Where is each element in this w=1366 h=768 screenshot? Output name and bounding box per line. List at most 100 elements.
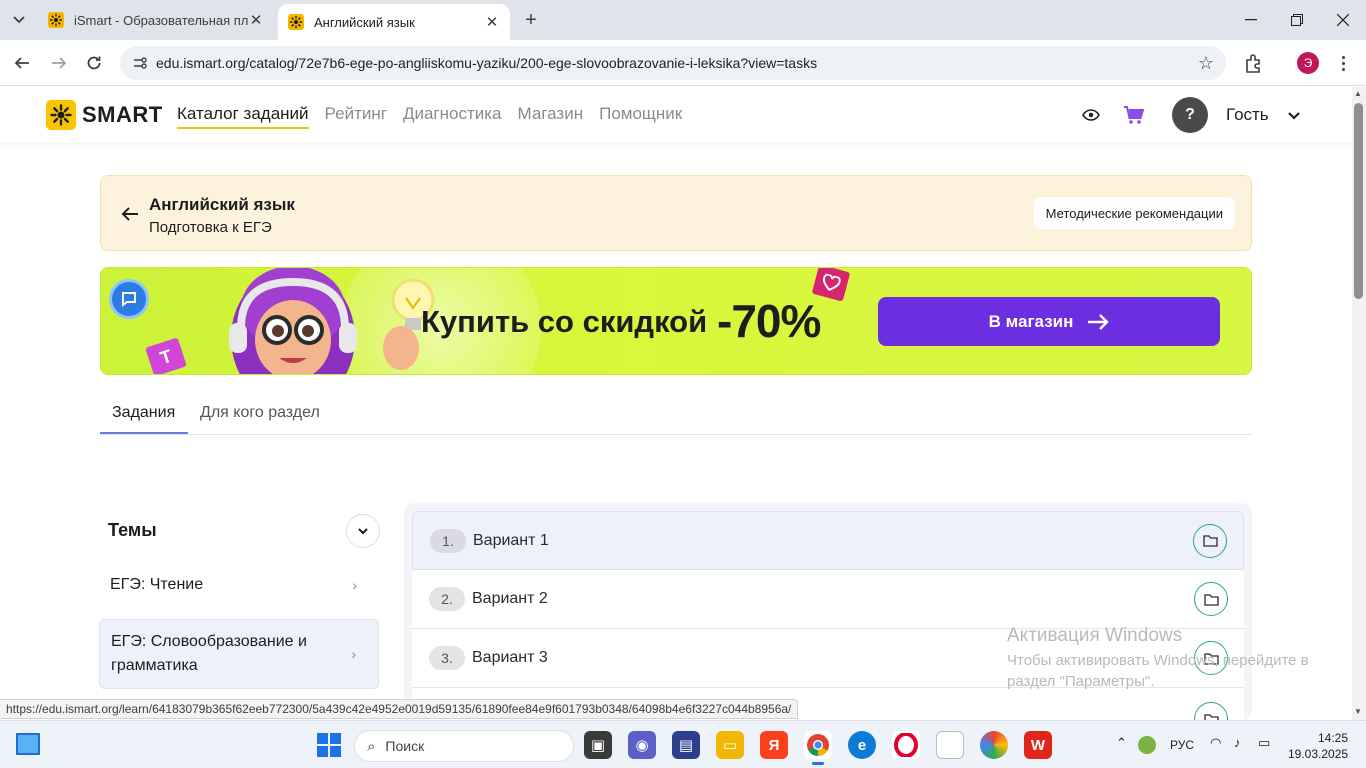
forward-button[interactable]	[47, 51, 71, 75]
opera-icon[interactable]	[892, 731, 920, 759]
logo-text: SMART	[82, 102, 163, 127]
minimize-button[interactable]	[1228, 0, 1274, 40]
save-icon[interactable]: ▤	[672, 731, 700, 759]
link-status-bar: https://edu.ismart.org/learn/64183079b36…	[0, 699, 799, 719]
nav-shop[interactable]: Магазин	[518, 104, 584, 129]
ismart-logo[interactable]: SMART	[46, 100, 163, 130]
windows-activation-watermark: Активация Windows Чтобы активировать Win…	[1007, 625, 1327, 692]
chevron-down-icon	[13, 16, 25, 24]
logo-sun-icon	[46, 100, 76, 130]
scroll-up-arrow-icon[interactable]: ▲	[1354, 89, 1362, 98]
letter-tile-icon: T	[145, 337, 187, 374]
search-label: Поиск	[385, 738, 425, 754]
yandex-browser-icon[interactable]: Я	[760, 731, 788, 759]
folder-icon[interactable]	[1194, 702, 1228, 720]
task-view-icon[interactable]: ▣	[584, 731, 612, 759]
volume-icon[interactable]: ♪	[1234, 735, 1241, 750]
bookmark-star-icon[interactable]: ☆	[1198, 53, 1214, 74]
url-text: edu.ismart.org/catalog/72e7b6-ege-po-ang…	[156, 55, 818, 71]
cart-icon[interactable]	[1123, 104, 1145, 126]
go-to-shop-button[interactable]: В магазин	[878, 297, 1220, 346]
new-tab-button[interactable]: +	[520, 9, 542, 31]
active-tab-indicator	[100, 432, 188, 434]
chrome-icon[interactable]	[804, 731, 832, 765]
wifi-icon[interactable]: ◠	[1210, 735, 1221, 751]
photos-icon[interactable]	[980, 731, 1008, 759]
edge-icon[interactable]: e	[848, 731, 876, 759]
nav-assistant[interactable]: Помощник	[599, 104, 682, 129]
chat-bubble-icon	[109, 279, 149, 319]
promo-text: Купить со скидкой	[421, 304, 708, 339]
promo-discount: -70%	[717, 295, 821, 347]
arrow-right-icon	[1088, 313, 1110, 330]
language-indicator[interactable]: РУС	[1170, 738, 1194, 752]
activation-title: Активация Windows	[1007, 625, 1183, 646]
address-bar[interactable]: edu.ismart.org/catalog/72e7b6-ege-po-ang…	[120, 46, 1226, 80]
battery-icon[interactable]: ▭	[1258, 735, 1270, 751]
close-icon	[1337, 14, 1349, 26]
chevron-right-icon: ›	[352, 577, 357, 593]
tab-tasks[interactable]: Задания	[112, 404, 175, 422]
widgets-icon[interactable]	[16, 733, 40, 755]
extensions-puzzle-icon[interactable]	[1243, 52, 1265, 74]
scrollbar-thumb[interactable]	[1354, 103, 1363, 299]
topic-item-reading[interactable]: ЕГЭ: Чтение ›	[99, 568, 379, 602]
site-header: SMART Каталог заданий Рейтинг Диагностик…	[0, 87, 1352, 143]
profile-avatar[interactable]: Э	[1297, 52, 1319, 74]
restore-icon	[1291, 14, 1303, 26]
browser-tab-ismart[interactable]: iSmart - Образовательная пла ✕	[38, 4, 274, 36]
windows-taskbar: ⌕ Поиск ▣ ◉ ▤ ▭ Я e W ⌃ РУС ◠ ♪ ▭ 14:25 …	[0, 720, 1366, 768]
folder-icon[interactable]	[1194, 582, 1228, 616]
back-arrow-icon[interactable]	[121, 205, 139, 223]
start-button[interactable]	[317, 733, 341, 757]
variant-name: Вариант 2	[472, 590, 548, 607]
nav-rating[interactable]: Рейтинг	[325, 104, 387, 129]
user-name[interactable]: Гость	[1226, 105, 1269, 125]
variant-name: Вариант 3	[472, 649, 548, 666]
taskbar-search[interactable]: ⌕ Поиск	[354, 730, 574, 762]
topic-item-word-formation[interactable]: ЕГЭ: Словообразование и грамматика ›	[99, 619, 379, 689]
recommendations-button[interactable]: Методические рекомендации	[1033, 197, 1235, 229]
clock-date: 19.03.2025	[1288, 747, 1349, 761]
close-tab-icon[interactable]: ✕	[248, 12, 264, 29]
reload-button[interactable]	[82, 51, 106, 75]
notepad-icon[interactable]	[936, 731, 964, 759]
nav-catalog[interactable]: Каталог заданий	[177, 104, 309, 129]
show-hidden-icons-chevron-icon[interactable]: ⌃	[1116, 735, 1127, 751]
site-info-icon[interactable]	[132, 55, 148, 71]
reload-icon	[87, 56, 101, 70]
nav-diagnostics[interactable]: Диагностика	[403, 104, 502, 129]
activation-text: Чтобы активировать Windows, перейдите в …	[1007, 652, 1309, 690]
close-window-button[interactable]	[1320, 0, 1366, 40]
back-button[interactable]	[10, 51, 34, 75]
variant-number: 2.	[429, 587, 465, 611]
help-button[interactable]: ?	[1172, 97, 1208, 133]
tab-audience[interactable]: Для кого раздел	[200, 404, 320, 422]
browser-toolbar: edu.ismart.org/catalog/72e7b6-ege-po-ang…	[0, 40, 1366, 86]
topic-label: ЕГЭ: Чтение	[110, 576, 204, 593]
meet-icon[interactable]: ◉	[628, 731, 656, 759]
topics-collapse-button[interactable]	[346, 514, 380, 548]
restore-button[interactable]	[1274, 0, 1320, 40]
scroll-down-arrow-icon[interactable]: ▼	[1354, 707, 1362, 716]
topics-title: Темы	[108, 520, 157, 540]
system-clock[interactable]: 14:25 19.03.2025	[1288, 730, 1348, 762]
variant-number: 3.	[429, 646, 465, 670]
tray-app-icon[interactable]	[1138, 736, 1156, 754]
folder-icon[interactable]	[1193, 523, 1227, 558]
tab-search-button[interactable]	[6, 8, 32, 32]
browser-tab-english[interactable]: Английский язык ✕	[278, 4, 510, 40]
file-explorer-icon[interactable]: ▭	[716, 731, 744, 759]
eye-icon[interactable]	[1082, 107, 1100, 123]
subject-card: Английский язык Подготовка к ЕГЭ Методич…	[100, 175, 1252, 251]
chevron-down-icon	[358, 528, 368, 535]
browser-menu-icon[interactable]	[1335, 52, 1351, 74]
close-tab-icon[interactable]: ✕	[484, 14, 500, 31]
promo-banner[interactable]: T Купить со скидкой -70% В магазин	[100, 267, 1252, 375]
browser-tabbar: iSmart - Образовательная пла ✕ Английски…	[0, 0, 1366, 40]
wps-office-icon[interactable]: W	[1024, 731, 1052, 759]
variant-row[interactable]: 1. Вариант 1	[412, 511, 1244, 570]
variant-row[interactable]: 2. Вариант 2	[412, 570, 1244, 629]
chevron-down-icon[interactable]	[1287, 108, 1301, 122]
arrow-left-icon	[14, 57, 29, 69]
